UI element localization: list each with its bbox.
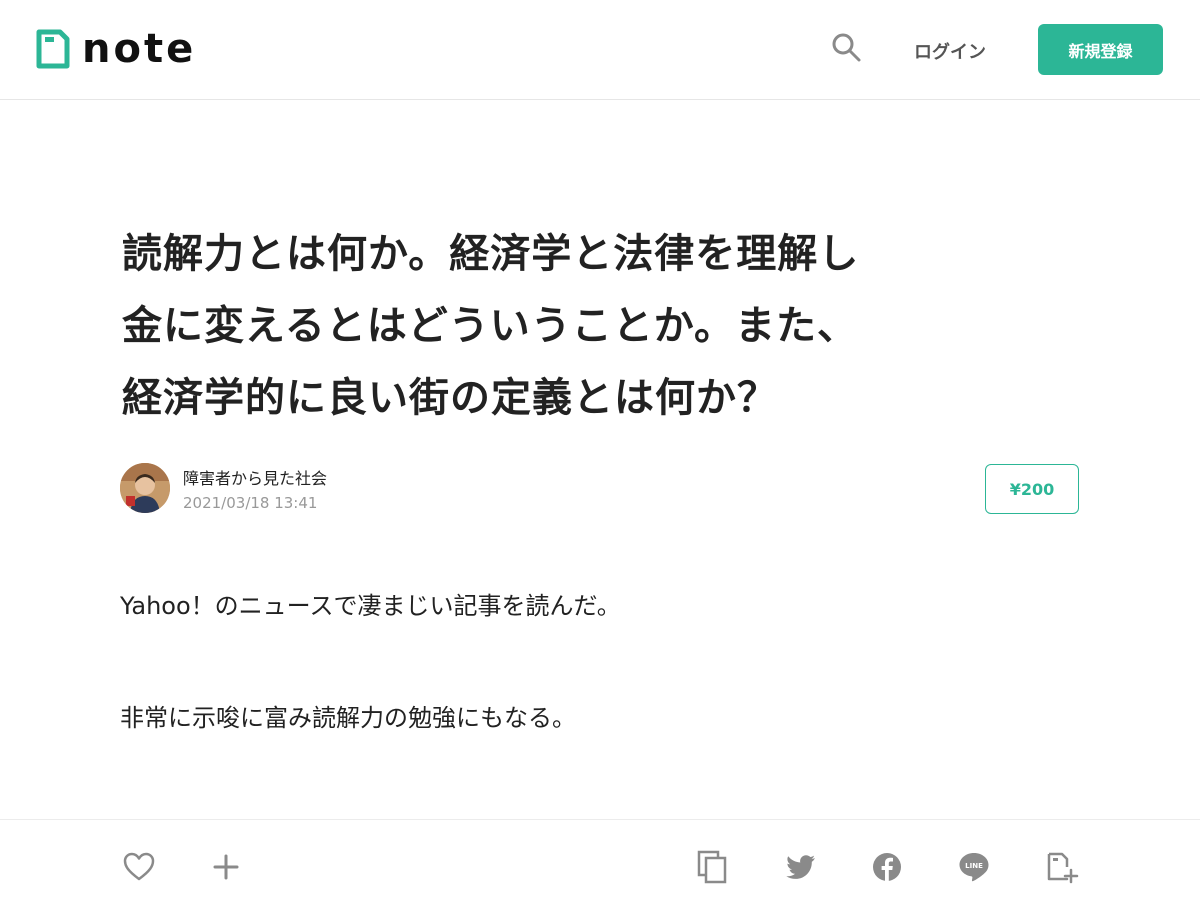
embed-icon [1047, 852, 1079, 884]
price-button[interactable]: ¥200 [985, 464, 1079, 514]
note-logo-icon [36, 29, 70, 69]
twitter-icon [786, 855, 815, 879]
signup-button[interactable]: 新規登録 [1038, 24, 1163, 75]
note-logo[interactable]: note [36, 28, 196, 70]
add-to-magazine-button[interactable] [209, 850, 243, 884]
article-title-line: 金に変えるとはどういうことか。また、 [122, 303, 858, 349]
svg-text:LINE: LINE [965, 862, 983, 870]
plus-icon [213, 854, 239, 880]
author-info: 障害者から見た社会 2021/03/18 13:41 ¥200 [120, 463, 1080, 515]
author-name[interactable]: 障害者から見た社会 [183, 465, 327, 489]
copy-icon [697, 850, 727, 884]
share-twitter-button[interactable] [784, 850, 818, 884]
article-paragraph: Yahoo！のニュースで凄まじい記事を読んだ。 [120, 592, 621, 620]
logo-text: note [82, 26, 197, 72]
heart-icon [123, 852, 155, 881]
facebook-icon [873, 853, 901, 881]
share-line-button[interactable]: LINE [957, 850, 991, 884]
article-title: 読解力とは何か。経済学と法律を理解し 金に変えるとはどういうことか。また、 経済… [122, 218, 1062, 434]
share-facebook-button[interactable] [870, 850, 904, 884]
article-title-line: 読解力とは何か。経済学と法律を理解し [122, 231, 860, 277]
login-link[interactable]: ログイン [914, 38, 986, 64]
post-date: 2021/03/18 13:41 [183, 494, 318, 512]
search-button[interactable] [830, 31, 862, 63]
embed-button[interactable] [1045, 850, 1079, 884]
avatar-image [120, 463, 170, 513]
site-header: note ログイン 新規登録 [0, 0, 1200, 100]
search-icon [832, 33, 861, 62]
author-avatar[interactable] [120, 463, 170, 513]
article-action-bar: LINE [0, 819, 1200, 919]
article-paragraph: 非常に示唆に富み読解力の勉強にもなる。 [120, 704, 576, 732]
copy-link-button[interactable] [696, 850, 730, 884]
article-title-line: 経済学的に良い街の定義とは何か？ [122, 375, 778, 421]
line-icon: LINE [959, 853, 989, 882]
like-button[interactable] [122, 850, 156, 884]
